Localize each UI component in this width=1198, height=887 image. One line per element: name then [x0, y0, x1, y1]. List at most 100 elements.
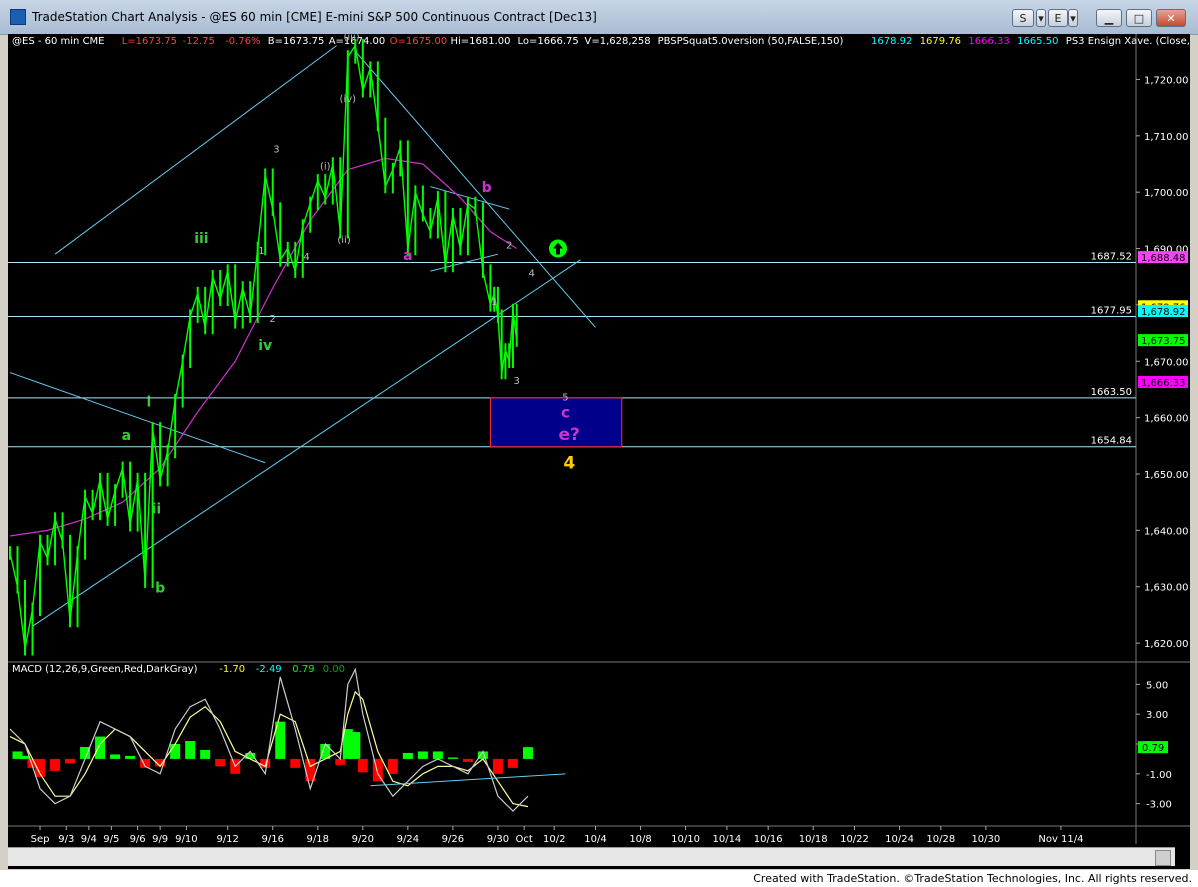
y-tick-label: 1,710.00 [1144, 132, 1189, 143]
horizontal-scrollbar[interactable] [8, 847, 1175, 866]
x-tick-label: Oct [516, 834, 533, 845]
x-tick-label: 9/6 [130, 834, 146, 845]
tradestation-app-icon [10, 9, 26, 25]
macd-header-item: -1.70 [219, 664, 245, 675]
macd-histogram-bar [20, 755, 31, 759]
macd-histogram-bar [290, 758, 301, 768]
macd-histogram-bar [350, 732, 361, 759]
x-tick-label: 10/28 [926, 834, 955, 845]
macd-tick-label: 5.00 [1146, 680, 1168, 691]
price-tag-label: 1,666.33 [1141, 378, 1186, 389]
wave-label: 1 [258, 246, 264, 257]
x-tick-label: 10/4 [584, 834, 606, 845]
window-titlebar: TradeStation Chart Analysis - @ES 60 min… [0, 0, 1198, 35]
wave-label: 4 [563, 453, 575, 473]
y-tick-label: 1,620.00 [1144, 639, 1189, 650]
x-tick-label: 10/24 [885, 834, 914, 845]
price-tag-label: 1,688.48 [1141, 253, 1186, 264]
symbol-link-e-button[interactable]: E [1048, 9, 1068, 27]
wave-label: e? [559, 425, 580, 445]
x-tick-label: 10/2 [543, 834, 565, 845]
macd-tick-label: 3.00 [1146, 710, 1168, 721]
x-tick-label: 9/9 [152, 834, 168, 845]
macd-histogram-bar [507, 758, 518, 768]
price-header-item: V=1,628,258 [585, 36, 651, 47]
x-tick-label: 9/18 [307, 834, 329, 845]
x-tick-label: 9/3 [58, 834, 74, 845]
x-tick-label: 10/10 [671, 834, 700, 845]
macd-histogram-bar [462, 758, 473, 762]
price-header-item: B=1673.75 [268, 36, 325, 47]
y-tick-label: 1,720.00 [1144, 75, 1189, 86]
y-tick-label: 1,660.00 [1144, 414, 1189, 425]
wave-label: 3 [514, 376, 520, 387]
y-tick-label: 1,650.00 [1144, 470, 1189, 481]
x-tick-label: 9/4 [81, 834, 97, 845]
macd-histogram-bar [492, 758, 503, 774]
wave-label: a [122, 428, 131, 444]
x-tick-label: Sep [31, 834, 50, 845]
macd-histogram-bar [402, 752, 413, 759]
macd-histogram-bar [387, 758, 398, 774]
macd-histogram-bar [200, 749, 211, 759]
x-tick-label: 9/10 [175, 834, 197, 845]
y-tick-label: 1,670.00 [1144, 357, 1189, 368]
price-header-item: 1679.76 [920, 36, 961, 47]
wave-label: 4 [529, 269, 535, 280]
macd-histogram-bar [185, 741, 196, 759]
horizontal-level-label: 1663.50 [1091, 387, 1132, 398]
macd-histogram-bar [110, 754, 121, 759]
x-tick-label: 10/30 [971, 834, 1000, 845]
macd-histogram-bar [357, 758, 368, 773]
symbol-link-s-button[interactable]: S [1012, 9, 1034, 27]
price-header-item: Lo=1666.75 [518, 36, 579, 47]
macd-tick-label: -3.00 [1146, 800, 1172, 811]
minimize-icon[interactable]: ▁ [1096, 9, 1122, 27]
wave-label: i [146, 394, 151, 410]
price-header-item: O=1675.00 [390, 36, 448, 47]
price-header-item: L=1673.75 [122, 36, 177, 47]
wave-label: c [561, 404, 570, 422]
x-tick-label: 9/12 [216, 834, 238, 845]
x-tick-label: 10/8 [629, 834, 651, 845]
close-icon[interactable]: ✕ [1156, 9, 1186, 27]
e-dropdown-icon[interactable]: ▾ [1068, 9, 1078, 27]
x-tick-label: 9/24 [397, 834, 419, 845]
price-header-item: 1665.50 [1017, 36, 1058, 47]
price-tag-label: 1,678.92 [1141, 307, 1186, 318]
trendline [54, 45, 337, 255]
macd-last-tag-label: 0.79 [1142, 743, 1164, 754]
price-header-item: PS3 Ensign Xave. (Close,89) [1066, 36, 1190, 47]
x-tick-label: 10/22 [840, 834, 869, 845]
price-header-item: 1666.33 [968, 36, 1009, 47]
wave-label: a [403, 248, 412, 264]
y-tick-label: 1,700.00 [1144, 188, 1189, 199]
wave-label: 4 [303, 252, 309, 263]
macd-header-item: 0.79 [292, 664, 314, 675]
macd-header-item: MACD (12,26,9,Green,Red,DarkGray) [12, 664, 198, 675]
status-bar: Created with TradeStation. ©TradeStation… [0, 870, 1198, 887]
wave-label: iii [194, 231, 208, 247]
chart-area[interactable]: @ES - 60 min CME L=1673.75 -12.75 -0.76% B=1… [8, 32, 1198, 869]
wave-label: (ii) [337, 235, 350, 246]
macd-header-item: -2.49 [256, 664, 282, 675]
price-header-item: -0.76% [225, 36, 260, 47]
maximize-icon[interactable]: □ [1126, 9, 1152, 27]
target-box [489, 397, 623, 448]
wave-label: 2 [506, 241, 512, 252]
macd-histogram-bar [522, 747, 533, 759]
y-tick-label: 1,640.00 [1144, 526, 1189, 537]
x-tick-label: 9/5 [103, 834, 119, 845]
macd-histogram-bar [417, 751, 428, 759]
trendline [9, 372, 266, 464]
wave-label: 3 [273, 145, 279, 156]
price-header-item: -12.75 [183, 36, 215, 47]
s-dropdown-icon[interactable]: ▾ [1036, 9, 1046, 27]
wave-label: 2 [270, 314, 276, 325]
wave-label: (iii) [343, 34, 359, 43]
x-tick-label: Nov 11/4 [1038, 834, 1083, 845]
wave-label: 1 [491, 297, 497, 308]
x-tick-label: 10/18 [799, 834, 828, 845]
scrollbar-thumb[interactable] [1155, 850, 1171, 866]
horizontal-level-label: 1654.84 [1091, 436, 1132, 447]
